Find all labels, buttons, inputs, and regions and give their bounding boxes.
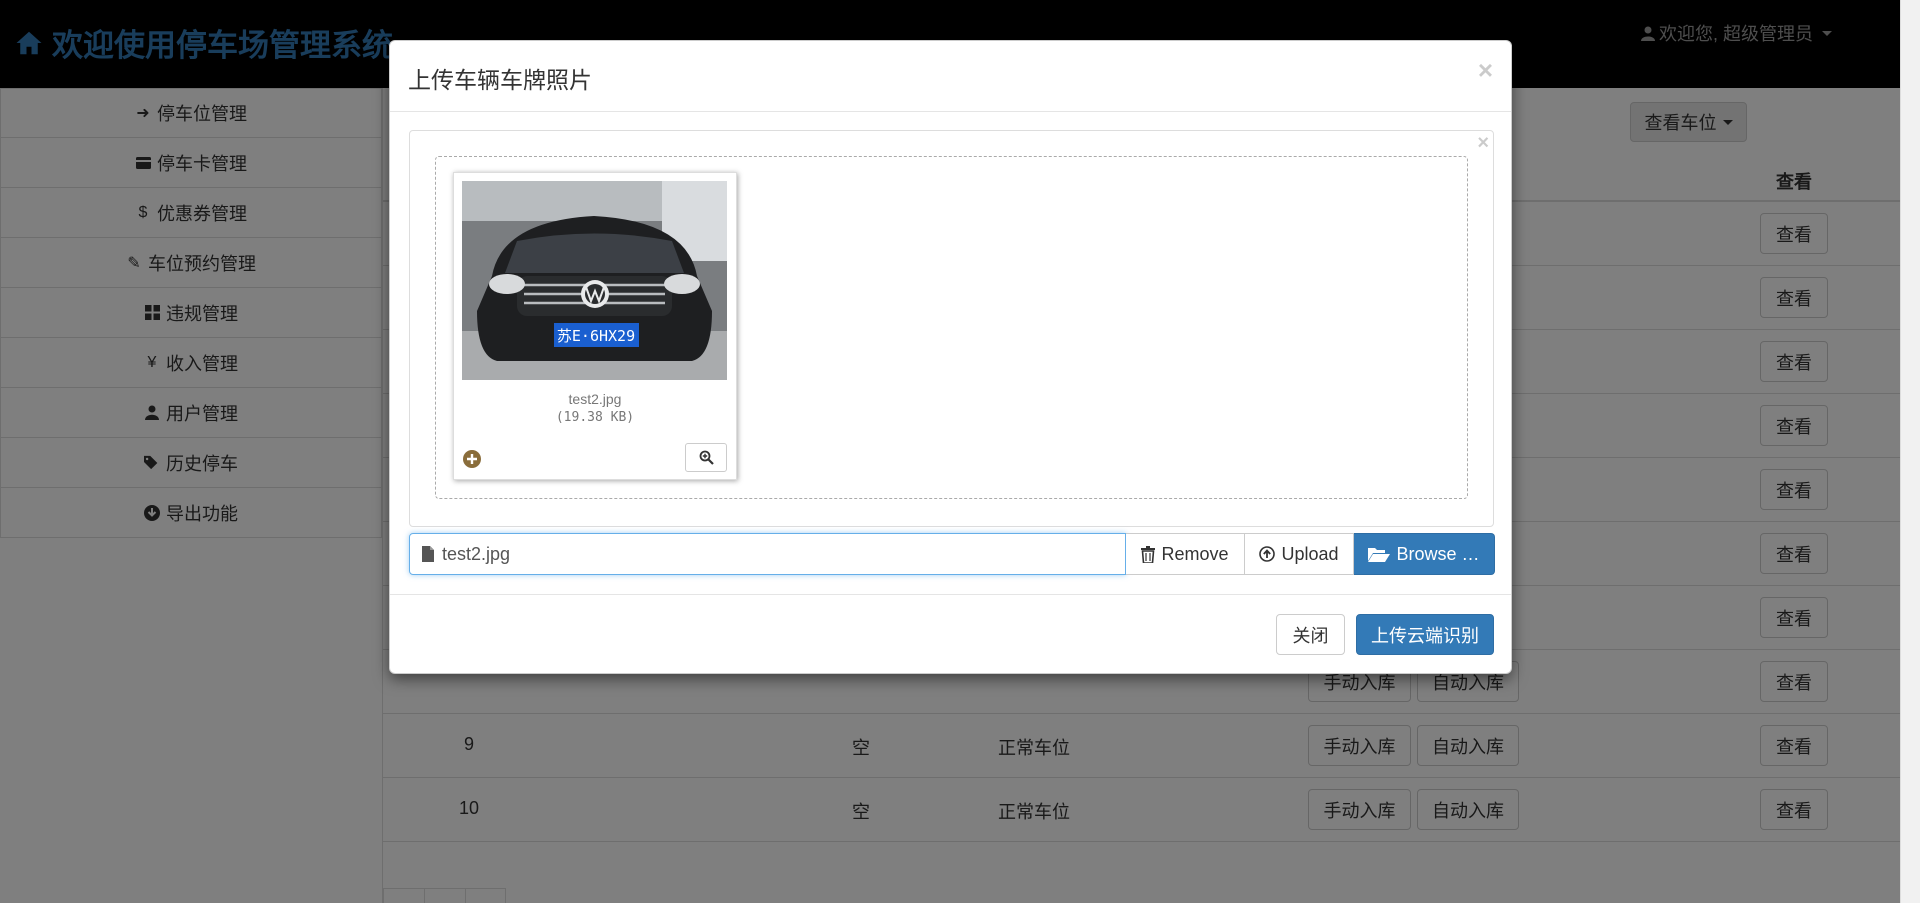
file-name: test2.jpg xyxy=(568,391,622,407)
close-button[interactable]: 关闭 xyxy=(1276,614,1345,655)
upload-button[interactable]: Upload xyxy=(1245,533,1354,575)
file-input-group: test2.jpg Remove Upload Browse … xyxy=(409,533,1495,575)
drag-handle-icon[interactable] xyxy=(463,450,481,468)
file-icon xyxy=(422,546,434,562)
zoom-in-icon xyxy=(699,450,714,465)
license-plate-text: 苏E·6HX29 xyxy=(557,327,635,345)
modal-title: 上传车辆车牌照片 xyxy=(408,67,592,93)
file-thumbnail: 苏E·6HX29 test2.jpg (19.38 KB) xyxy=(453,172,737,480)
upload-modal: 上传车辆车牌照片 × × 苏E·6HX29 test2.jpg (19.38 K… xyxy=(389,40,1512,674)
close-icon[interactable]: × xyxy=(1478,55,1493,86)
cloud-recognition-button[interactable]: 上传云端识别 xyxy=(1356,614,1494,655)
modal-footer: 关闭 上传云端识别 xyxy=(390,594,1511,675)
folder-open-icon xyxy=(1368,548,1391,562)
page-scrollbar[interactable] xyxy=(1900,0,1920,903)
remove-button[interactable]: Remove xyxy=(1126,533,1245,575)
drop-zone[interactable]: 苏E·6HX29 test2.jpg (19.38 KB) xyxy=(435,156,1468,499)
file-preview: × 苏E·6HX29 test2.jpg (19.38 KB) xyxy=(409,130,1494,527)
file-size: (19.38 KB) xyxy=(555,410,635,425)
file-caption[interactable]: test2.jpg xyxy=(409,533,1126,575)
upload-icon xyxy=(1259,546,1276,562)
car-photo: 苏E·6HX29 xyxy=(462,181,727,380)
file-caption-text: test2.jpg xyxy=(442,543,511,564)
zoom-button[interactable] xyxy=(685,443,727,472)
clear-preview-icon[interactable]: × xyxy=(1477,132,1489,155)
trash-icon xyxy=(1141,545,1156,563)
modal-header: 上传车辆车牌照片 × xyxy=(390,41,1511,112)
browse-button[interactable]: Browse … xyxy=(1354,533,1495,575)
